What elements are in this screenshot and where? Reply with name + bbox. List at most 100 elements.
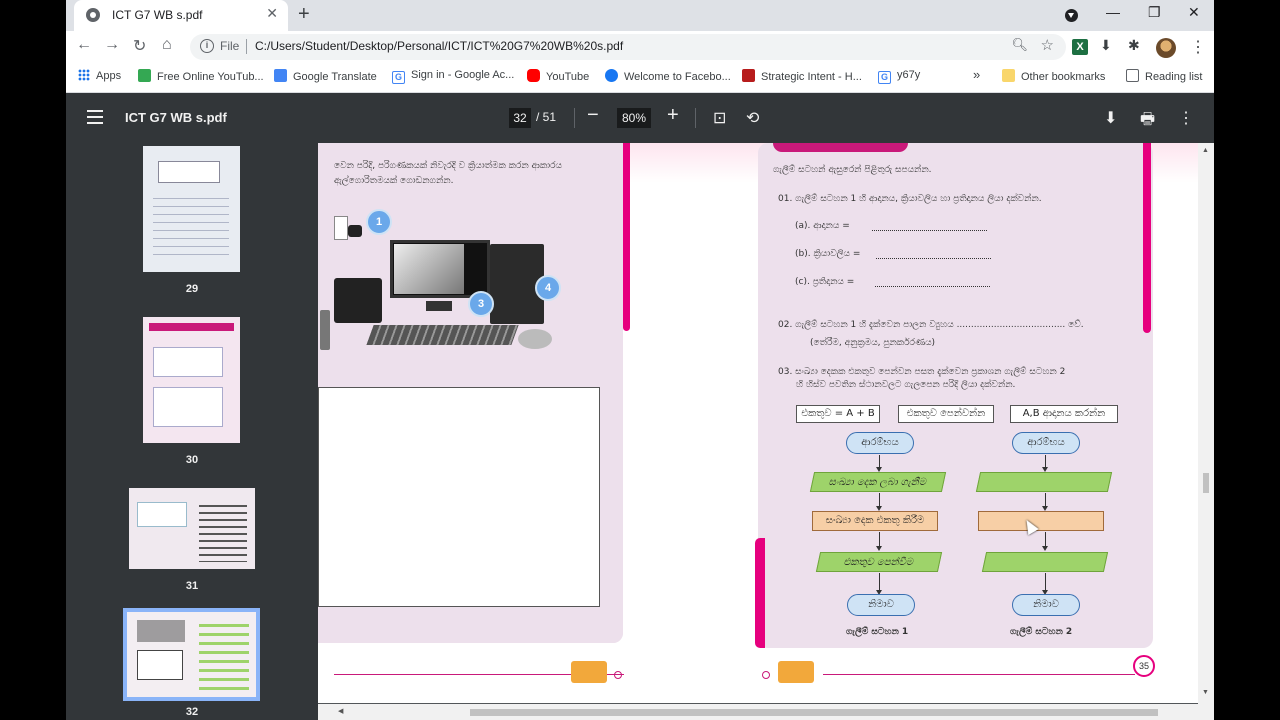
bookmark-star-icon[interactable]: ☆ [1041,36,1054,54]
home-icon[interactable]: ⌂ [162,36,172,54]
thumbnail-page-30[interactable] [143,317,240,443]
bookmark-y67y[interactable]: Gy67y [878,69,920,84]
google-icon: G [878,71,891,84]
pdf-title: ICT G7 WB s.pdf [125,110,227,125]
pdf-toolbar: ICT G7 WB s.pdf 32 / 51 − 80% + ⊡ ⟲ ⬇ 🖶︎… [66,93,1214,143]
globe-icon [86,8,100,22]
restore-button[interactable]: ❐ [1148,4,1161,21]
bookmark-other[interactable]: Other bookmarks [1002,69,1105,83]
question-1b: (b). ක්‍රියාවලිය = [795,249,861,259]
question-2: 02. ගැලීම් සටහන 1 හි දැක්වෙන පාලන ව්‍යුහ… [778,320,1084,330]
more-actions-icon[interactable]: ⋮ [1178,108,1194,128]
download-icon[interactable]: ⬇ [1104,108,1117,128]
zoom-out-button[interactable]: − [587,104,599,127]
zoom-in-button[interactable]: + [667,104,679,127]
fc1-start: ආරම්භය [846,432,914,454]
fc1-end: නිමාව [847,594,915,616]
bookmark-hbr[interactable]: Strategic Intent - H... [742,69,862,83]
bookmarks-overflow-button[interactable]: » [973,67,980,82]
thumbnail-label: 31 [185,580,199,592]
folder-icon [1002,69,1015,82]
thumbnail-label: 29 [185,283,199,295]
translate-icon [274,69,287,82]
tab-close-button[interactable]: ✕ [266,5,278,22]
thumbnail-label: 30 [185,454,199,466]
hbr-icon [742,69,755,82]
profile-menu-icon[interactable] [1065,9,1078,22]
minimize-button[interactable]: — [1106,4,1120,20]
close-window-button[interactable]: ✕ [1188,4,1200,21]
url-text[interactable]: C:/Users/Student/Desktop/Personal/ICT/IC… [255,39,623,53]
right-book-page [758,143,1153,648]
mascot-icon [571,661,607,683]
vertical-scrollbar[interactable]: ▲ ▼ [1198,143,1214,720]
extensions-puzzle-icon[interactable]: ✱ [1128,37,1140,54]
fc2-end: නිමාව [1012,594,1080,616]
fit-page-icon[interactable]: ⊡ [713,108,726,128]
google-icon: G [392,71,405,84]
address-bar[interactable]: i File C:/Users/Student/Desktop/Personal… [190,34,1066,60]
bookmark-youtube-downloader[interactable]: Free Online YouTub... [138,69,264,83]
answer-option-sum: එකතුව = A + B [796,405,880,423]
forward-arrow-icon[interactable]: → [104,36,120,54]
browser-toolbar: ← → ↻ ⌂ i File C:/Users/Student/Desktop/… [66,31,1214,63]
rotate-icon[interactable]: ⟲ [746,108,759,128]
question-1c: (c). ප්‍රතිදානය = [795,277,855,287]
mascot-icon [778,661,814,683]
new-tab-button[interactable]: + [298,3,310,26]
callout-4: 4 [535,275,561,301]
thumbnail-page-31[interactable] [129,488,255,569]
reading-list-icon [1126,69,1139,82]
pdf-document-view: වෙන පරිදි, පරිගණකයක් නිවැරදි ව ක්‍රියාත්… [318,143,1214,720]
reload-icon[interactable]: ↻ [133,36,146,56]
bookmark-youtube[interactable]: YouTube [527,69,589,83]
pdf-page-spread: වෙන පරිදි, පරිගණකයක් නිවැරදි ව ක්‍රියාත්… [318,143,1198,703]
back-arrow-icon[interactable]: ← [76,36,92,54]
thumbnail-page-29[interactable] [143,146,240,272]
zoom-icon[interactable]: 🔍︎ [1011,37,1028,53]
page-number-input[interactable]: 32 [509,108,531,128]
bookmark-apps[interactable]: Apps [78,69,121,82]
info-icon[interactable]: i [200,39,214,53]
answer-box [318,387,600,607]
thumbnail-sidebar: 29 30 31 32 [66,143,318,720]
horizontal-scrollbar[interactable]: ◀ [318,704,1198,720]
excel-extension-icon[interactable]: X [1072,39,1088,55]
question-1a: (a). ආදානය = [795,221,850,231]
bookmark-facebook[interactable]: Welcome to Facebo... [605,69,731,83]
print-icon[interactable]: 🖶︎ [1140,108,1155,135]
answer-option-show-sum: එකතුව පෙන්වන්න [898,405,994,423]
thumbnail-page-32[interactable] [123,608,260,701]
question-3-line-1: 03. සංඛ්‍යා දෙකක එකතුව පෙන්වන පසත දැක්වෙ… [778,367,1066,377]
page-number-badge: 35 [1133,655,1155,677]
page-total: / 51 [536,110,557,124]
sidebar-scrollbar[interactable] [320,310,330,350]
menu-icon[interactable] [87,110,103,124]
avatar[interactable] [1156,38,1176,58]
question-2-options: (තේරීම, අනුක්‍රමය, පුනර්කරණය) [810,338,936,348]
url-scheme: File [220,39,240,53]
fc2-process-blank [978,511,1104,531]
question-3-line-2: හි හිස්ව පවතින ස්ථානවලට ගැලපෙන පරිදි ලිය… [796,380,1016,390]
green-arrow-icon [138,69,151,82]
bookmarks-bar: Apps Free Online YouTub... Google Transl… [66,63,1214,93]
question-1: 01. ගැලීම් සටහන 1 හි ආදානය, ක්‍රියාවලිය … [778,194,1042,204]
fc1-process: සංඛ්‍යා දෙක එකතු කිරීම [812,511,938,531]
browser-window: ICT G7 WB s.pdf ✕ + — ❐ ✕ ← → ↻ ⌂ i File… [66,0,1214,720]
fc2-output-blank [981,552,1109,572]
facebook-icon [605,69,618,82]
bookmark-google-signin[interactable]: G Sign in - Google Ac... [392,69,514,84]
youtube-icon [527,69,540,82]
section-heading: ගැලීම් සටහන් ඇසුරෙන් පිළිතුරු සපයන්න. [773,165,932,175]
intro-line-1: වෙන පරිදි, පරිගණකයක් නිවැරදි ව ක්‍රියාත්… [334,161,563,171]
zoom-level-input[interactable]: 80% [617,108,651,128]
download-extension-icon[interactable]: ⬇ [1100,37,1112,54]
bookmark-google-translate[interactable]: Google Translate [274,69,377,83]
reading-list-button[interactable]: Reading list [1126,69,1202,83]
fc1-output: එකතුව පෙන්වීම [815,552,943,572]
tab-pdf[interactable]: ICT G7 WB s.pdf ✕ [74,0,288,31]
callout-1: 1 [366,209,392,235]
browser-menu-icon[interactable]: ⋮ [1190,37,1206,57]
callout-3: 3 [468,291,494,317]
fc2-input-blank [975,472,1113,492]
